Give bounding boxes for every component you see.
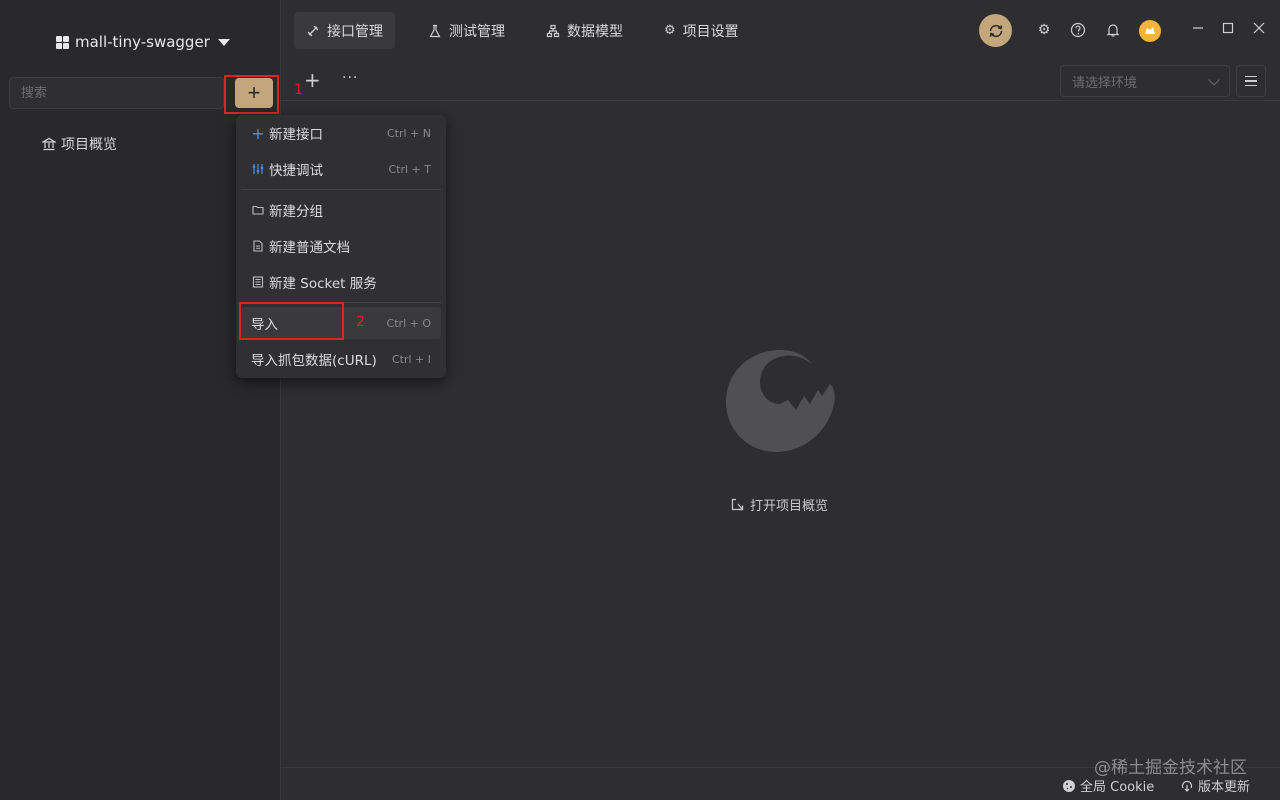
menu-item-label: 导入抓包数据(cURL) [251, 353, 377, 369]
project-name: mall-tiny-swagger [75, 33, 210, 51]
tab-project-settings[interactable]: ⚙ 项目设置 [652, 12, 751, 49]
tab-test-management[interactable]: 测试管理 [416, 12, 517, 49]
menu-divider [241, 189, 441, 190]
menu-item-shortcut: Ctrl + O [386, 316, 431, 330]
search-input[interactable] [9, 77, 224, 109]
debug-icon [251, 163, 265, 175]
menu-item-import[interactable]: 导入 Ctrl + O [241, 307, 441, 339]
flask-icon [429, 24, 441, 37]
project-switcher[interactable]: mall-tiny-swagger [56, 31, 230, 53]
apifox-logo [724, 348, 836, 454]
tab-label: 测试管理 [449, 23, 505, 40]
open-overview-label: 打开项目概览 [750, 499, 829, 514]
tab-label: 项目设置 [682, 23, 739, 40]
chevron-down-icon [1208, 74, 1220, 86]
annotation-label-1: 1 [294, 82, 303, 98]
tab-label: 接口管理 [327, 23, 383, 40]
sync-icon [989, 24, 1002, 37]
toolbar-divider [281, 100, 1280, 101]
menu-item-label: 新建接口 [269, 127, 323, 143]
tab-data-model[interactable]: 数据模型 [534, 12, 635, 49]
caret-down-icon [217, 38, 230, 46]
list-view-button[interactable] [1236, 65, 1266, 97]
gear-icon: ⚙ [664, 23, 676, 38]
new-tab-button[interactable]: + [304, 69, 321, 91]
update-icon [1181, 780, 1193, 792]
update-label: 版本更新 [1198, 780, 1251, 795]
minimize-icon[interactable] [1188, 18, 1208, 38]
menu-item-label: 新建普通文档 [269, 240, 350, 256]
environment-select[interactable]: 请选择环境 [1060, 65, 1230, 97]
bank-icon [42, 137, 56, 151]
sync-button[interactable] [979, 14, 1012, 47]
sidebar-item-label: 项目概览 [61, 137, 117, 153]
menu-item-label: 导入 [251, 317, 278, 333]
menu-item-import-curl[interactable]: 导入抓包数据(cURL) Ctrl + I [241, 343, 441, 375]
annotation-label-2: 2 [356, 314, 365, 330]
environment-placeholder: 请选择环境 [1072, 75, 1138, 91]
global-cookie-button[interactable]: 全局 Cookie [1062, 776, 1154, 795]
sidebar-item-overview[interactable]: 项目概览 [42, 134, 117, 154]
new-item-menu: + 新建接口 Ctrl + N 快捷调试 Ctrl + T 新建分组 新建普通文… [236, 115, 446, 378]
maximize-icon[interactable] [1218, 18, 1238, 38]
tab-label: 数据模型 [567, 23, 623, 40]
api-icon [307, 25, 319, 36]
menu-divider [241, 302, 441, 303]
menu-item-label: 新建 Socket 服务 [269, 276, 377, 292]
menu-item-shortcut: Ctrl + T [388, 162, 431, 176]
menu-item-new-api[interactable]: + 新建接口 Ctrl + N [241, 117, 441, 149]
menu-item-label: 新建分组 [269, 204, 323, 220]
menu-item-new-document[interactable]: 新建普通文档 [241, 230, 441, 262]
dog-avatar-icon [1145, 27, 1155, 34]
menu-item-quick-debug[interactable]: 快捷调试 Ctrl + T [241, 153, 441, 185]
cookie-label: 全局 Cookie [1080, 780, 1155, 795]
add-button[interactable]: + [235, 78, 273, 108]
watermark: @稀土掘金技术社区 [1094, 758, 1247, 778]
open-external-icon [731, 498, 744, 511]
model-icon [546, 24, 560, 37]
version-update-button[interactable]: 版本更新 [1180, 776, 1250, 795]
menu-item-shortcut: Ctrl + N [386, 126, 431, 140]
menu-item-shortcut: Ctrl + I [391, 352, 431, 366]
socket-icon [251, 276, 265, 288]
document-icon [251, 240, 265, 252]
tab-api-management[interactable]: 接口管理 [294, 12, 395, 49]
folder-icon [251, 204, 265, 216]
open-overview-link[interactable]: 打开项目概览 [731, 495, 828, 514]
bell-icon[interactable] [1104, 21, 1122, 39]
settings-icon[interactable]: ⚙ [1035, 21, 1053, 39]
more-icon[interactable]: ··· [342, 70, 358, 86]
cookie-icon [1063, 779, 1075, 792]
menu-item-new-socket[interactable]: 新建 Socket 服务 [241, 266, 441, 298]
menu-item-new-group[interactable]: 新建分组 [241, 194, 441, 226]
avatar[interactable] [1139, 20, 1161, 42]
menu-item-label: 快捷调试 [269, 163, 323, 179]
grid-icon [56, 35, 69, 49]
close-icon[interactable] [1249, 18, 1269, 38]
list-icon [1245, 75, 1257, 78]
plus-icon: + [251, 123, 265, 143]
help-icon[interactable] [1069, 21, 1087, 39]
